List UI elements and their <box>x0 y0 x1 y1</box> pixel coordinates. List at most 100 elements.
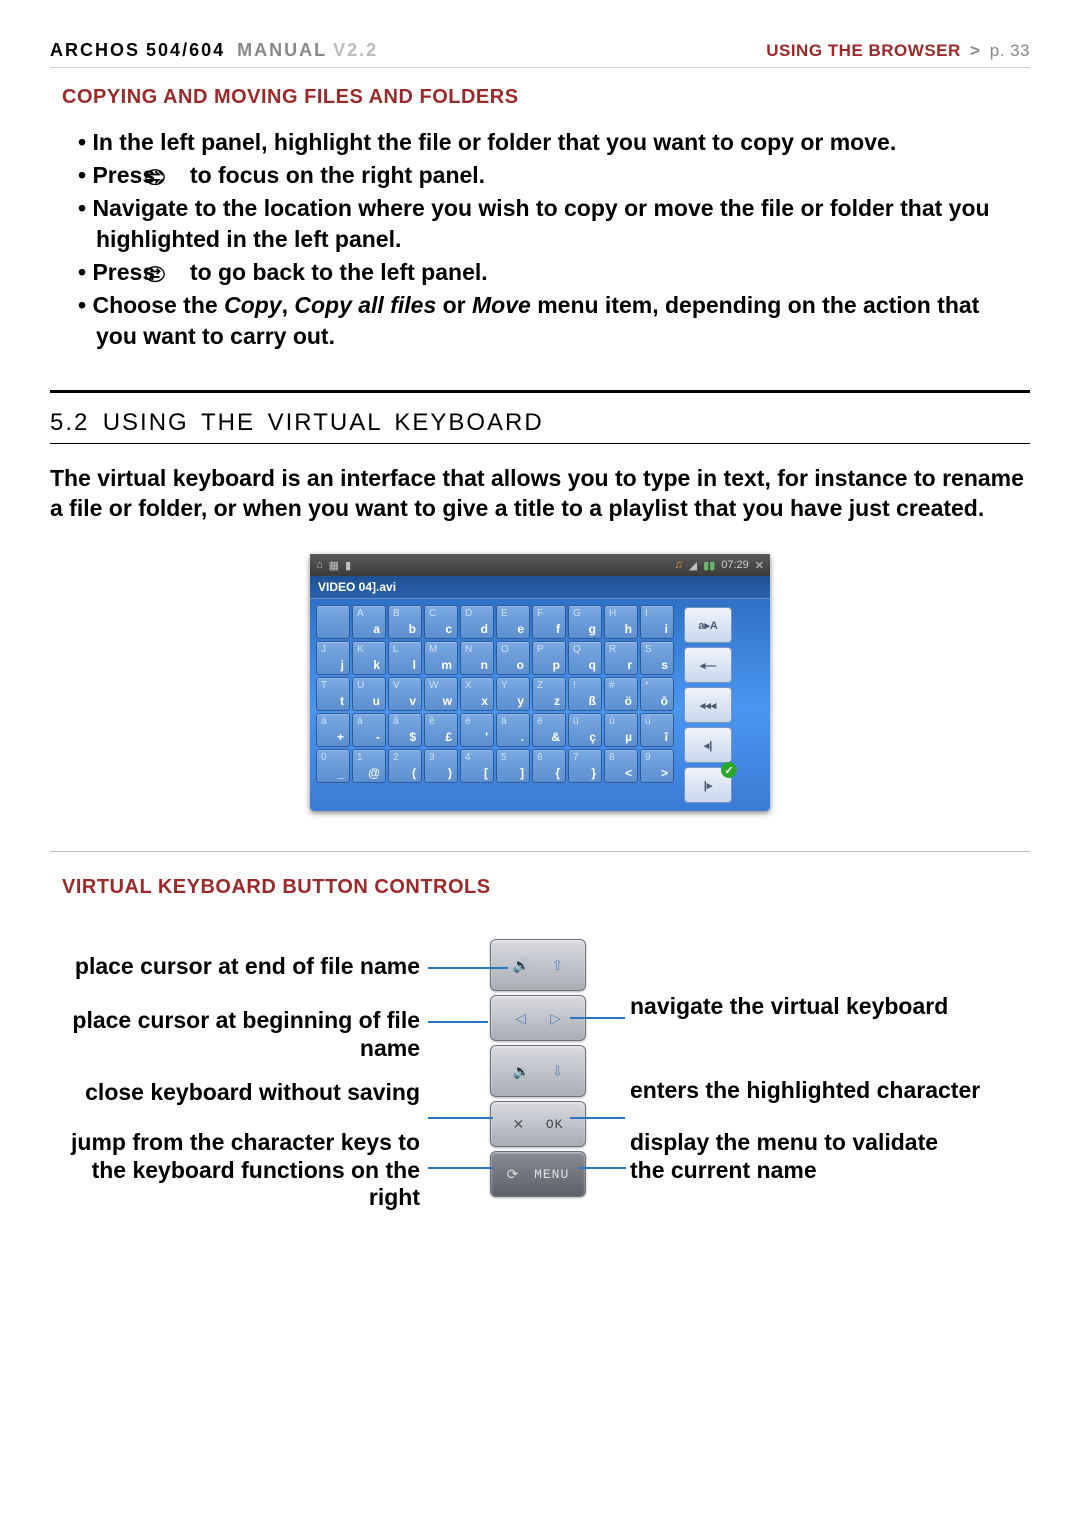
brand: ARCHOS <box>50 40 140 60</box>
section-number: 5.2 <box>50 409 89 436</box>
headphone-icon: ♫ <box>674 559 682 571</box>
vk-key: Rr <box>604 641 638 675</box>
ctrl-label-end-of-name: place cursor at end of file name <box>50 953 420 981</box>
vk-key: Xx <box>460 677 494 711</box>
vk-key: Oo <box>496 641 530 675</box>
bullet-text: Navigate to the location where you wish … <box>92 195 989 252</box>
bullet-item: Press to focus on the right panel. <box>78 160 1020 191</box>
controls-diagram: 🔊 ⇧ ◁ ▷ 🔉 ⇩ ✕ OK ⟳ MENU place cursor at … <box>50 939 1030 1259</box>
clock: 07:29 <box>721 559 749 571</box>
vk-key: Ii <box>640 605 674 639</box>
leader-line <box>570 1117 625 1119</box>
menu-label: MENU <box>534 1167 569 1182</box>
bullet-text: In the left panel, highlight the file or… <box>92 129 896 155</box>
ctrl-label-navigate: navigate the virtual keyboard <box>630 993 990 1021</box>
vk-key: 3) <box>424 749 458 783</box>
dev-down-button: 🔉 ⇩ <box>490 1045 586 1097</box>
vk-side-button: ◂| <box>684 727 732 763</box>
bullet-text: Choose the <box>92 292 224 318</box>
up-arrow-icon: ⇧ <box>552 957 564 974</box>
vk-side-button: ◂— <box>684 647 732 683</box>
vk-key: Cc <box>424 605 458 639</box>
vk-key: 9> <box>640 749 674 783</box>
vk-topbar: ⌂ ▦ ▮ ♫ ◢ ▮▮ 07:29 ✕ <box>310 554 770 576</box>
leader-line <box>570 1017 625 1019</box>
vk-key: Zz <box>532 677 566 711</box>
vk-key: 7} <box>568 749 602 783</box>
version: V2.2 <box>333 40 378 60</box>
vk-key: è' <box>460 713 494 747</box>
close-icon: ✕ <box>755 559 764 572</box>
vk-key: Yy <box>496 677 530 711</box>
vk-key: úî <box>640 713 674 747</box>
vol-down-icon: 🔉 <box>513 1063 530 1080</box>
thin-rule: VIRTUAL KEYBOARD BUTTON CONTROLS <box>50 851 1030 899</box>
vk-key: 0_ <box>316 749 350 783</box>
grid-icon: ▦ <box>329 559 339 572</box>
vk-key: ùµ <box>604 713 638 747</box>
vk-key: Aa <box>352 605 386 639</box>
bullet-text: , <box>282 292 295 318</box>
vk-key: 6{ <box>532 749 566 783</box>
vk-key <box>316 605 350 639</box>
page-header: ARCHOS 504/604 MANUAL V2.2 USING THE BRO… <box>50 40 1030 68</box>
bullet-item: Choose the Copy, Copy all files or Move … <box>78 290 1020 352</box>
battery-icon: ▮ <box>345 559 351 572</box>
vk-key: Vv <box>388 677 422 711</box>
vk-key: Gg <box>568 605 602 639</box>
intro-paragraph: The virtual keyboard is an interface tha… <box>50 464 1030 524</box>
ctrl-label-enter-char: enters the highlighted character <box>630 1077 1010 1105</box>
vk-key: Jj <box>316 641 350 675</box>
page-number: p. 33 <box>990 41 1030 60</box>
vk-side-button: |▸✓ <box>684 767 732 803</box>
vk-key: Nn <box>460 641 494 675</box>
bullet-list: In the left panel, highlight the file or… <box>50 127 1030 352</box>
left-arrow-icon: ◁ <box>515 1010 526 1027</box>
section-title: USING THE VIRTUAL KEYBOARD <box>103 409 544 436</box>
dev-ok-button: ✕ OK <box>490 1101 586 1147</box>
vk-filename-field: VIDEO 04].avi <box>310 576 770 599</box>
down-arrow-icon: ⇩ <box>552 1063 564 1080</box>
vk-key: Ss <box>640 641 674 675</box>
vk-key: à+ <box>316 713 350 747</box>
leader-line <box>428 1117 493 1119</box>
virtual-keyboard-screen: ⌂ ▦ ▮ ♫ ◢ ▮▮ 07:29 ✕ VIDEO 04].avi AaBbC… <box>310 554 770 811</box>
bullet-text: to focus on the right panel. <box>184 162 486 188</box>
vk-key: 1@ <box>352 749 386 783</box>
vk-key: 5] <box>496 749 530 783</box>
manual-word: MANUAL <box>237 40 327 60</box>
vk-key: Ff <box>532 605 566 639</box>
vk-key: ë& <box>532 713 566 747</box>
leader-line <box>428 1021 488 1023</box>
vk-key: Dd <box>460 605 494 639</box>
vk-key: Hh <box>604 605 638 639</box>
vk-key: Ee <box>496 605 530 639</box>
ctrl-label-close-without-saving: close keyboard without saving <box>50 1079 420 1107</box>
vk-key: Ww <box>424 677 458 711</box>
vk-key: Kk <box>352 641 386 675</box>
check-icon: ✓ <box>721 762 737 778</box>
dev-up-button: 🔊 ⇧ <box>490 939 586 991</box>
swap-icon <box>162 163 184 183</box>
vk-key: â$ <box>388 713 422 747</box>
x-icon: ✕ <box>513 1116 525 1133</box>
vk-key: Bb <box>388 605 422 639</box>
vk-key: Pp <box>532 641 566 675</box>
vk-side-buttons: a▸A◂—◂◂◂◂||▸✓ <box>684 605 732 803</box>
leader-line <box>428 967 508 969</box>
bullet-item: Navigate to the location where you wish … <box>78 193 1020 255</box>
ctrl-label-display-menu: display the menu to validate the current… <box>630 1129 970 1184</box>
vk-key: 8< <box>604 749 638 783</box>
bullet-item: Press to go back to the left panel. <box>78 257 1020 288</box>
header-right: USING THE BROWSER > p. 33 <box>766 41 1030 61</box>
vk-key: #ö <box>604 677 638 711</box>
swap-icon <box>162 260 184 280</box>
home-icon: ⌂ <box>316 559 323 571</box>
vk-side-button: a▸A <box>684 607 732 643</box>
ok-label: OK <box>546 1117 564 1132</box>
battery-level-icon: ▮▮ <box>703 559 715 572</box>
signal-icon: ◢ <box>689 559 697 572</box>
vk-key: Uu <box>352 677 386 711</box>
model: 504/604 <box>146 40 225 60</box>
swap-small-icon: ⟳ <box>507 1166 519 1183</box>
